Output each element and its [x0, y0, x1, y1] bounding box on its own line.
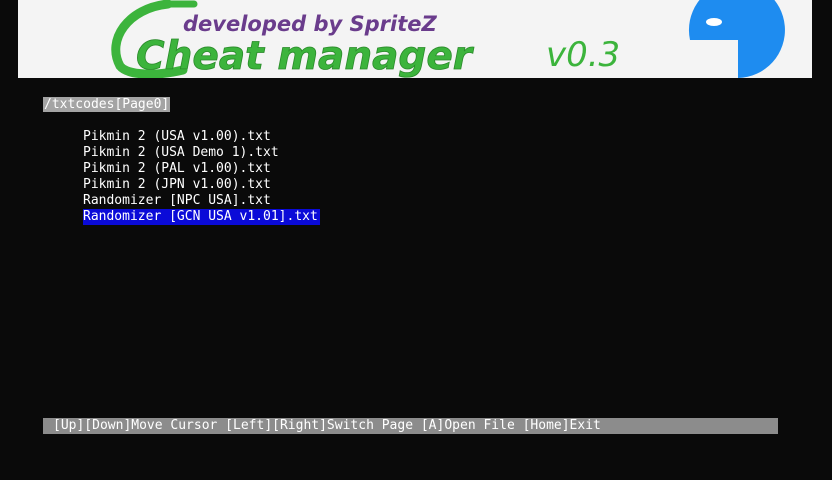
pacman-icon	[688, 0, 785, 78]
file-item[interactable]: Pikmin 2 (USA v1.00).txt	[83, 129, 273, 145]
file-item[interactable]: Randomizer [NPC USA].txt	[83, 193, 273, 209]
file-item[interactable]: Pikmin 2 (USA Demo 1).txt	[83, 145, 281, 161]
file-list: Pikmin 2 (USA v1.00).txt Pikmin 2 (USA D…	[83, 129, 320, 225]
banner-graphic: developed by SpriteZ Cheat manager v0.3	[111, 0, 785, 78]
file-item[interactable]: Pikmin 2 (PAL v1.00).txt	[83, 161, 273, 177]
file-item-selected[interactable]: Randomizer [GCN USA v1.01].txt	[83, 209, 320, 225]
banner-credit: developed by SpriteZ	[183, 12, 437, 36]
file-item[interactable]: Pikmin 2 (JPN v1.00).txt	[83, 177, 273, 193]
banner-title: Cheat manager	[136, 34, 475, 78]
banner-version: v0.3	[546, 35, 620, 75]
current-path: /txtcodes[Page0]	[43, 97, 171, 112]
controls-help-bar: [Up][Down]Move Cursor [Left][Right]Switc…	[43, 418, 778, 434]
app-banner: developed by SpriteZ Cheat manager v0.3	[18, 0, 812, 78]
